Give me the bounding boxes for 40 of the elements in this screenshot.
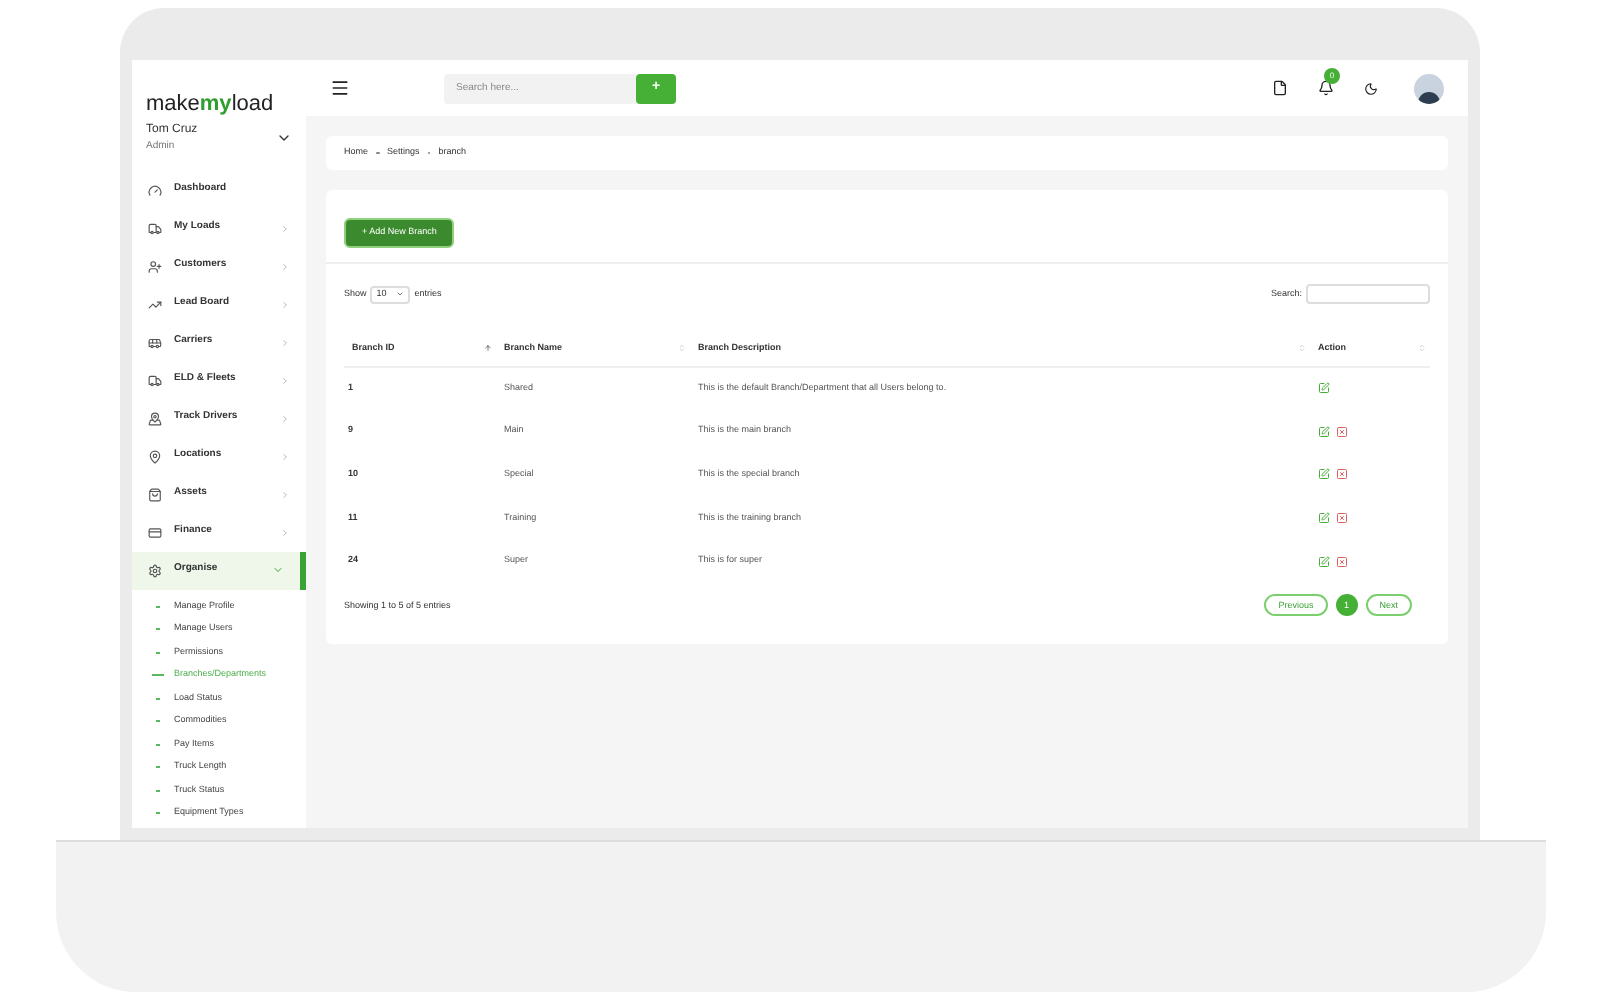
avatar[interactable] — [1414, 73, 1444, 103]
edit-icon[interactable] — [1318, 425, 1330, 438]
gauge-icon — [148, 183, 162, 197]
chart-icon — [148, 297, 162, 311]
chevron-right-icon — [280, 337, 290, 347]
sort-arrow-icon — [484, 344, 492, 353]
logo-text-my: my — [199, 94, 232, 116]
document-icon[interactable] — [1272, 80, 1288, 96]
edit-icon[interactable] — [1318, 468, 1330, 481]
chevron-right-icon — [280, 299, 290, 309]
delete-icon[interactable] — [1336, 425, 1348, 438]
edit-icon[interactable] — [1318, 555, 1330, 568]
menu-icon[interactable] — [330, 78, 350, 98]
pin-icon — [148, 449, 162, 463]
chevron-right-icon — [280, 223, 290, 233]
logo-text-make: make — [146, 94, 200, 116]
delete-icon[interactable] — [1336, 555, 1348, 568]
delete-icon[interactable] — [1336, 511, 1348, 524]
pin-icon — [148, 411, 162, 425]
chevron-right-icon — [280, 489, 290, 499]
chevron-right-icon — [280, 413, 290, 423]
bag-icon — [148, 487, 162, 501]
chevron-right-icon — [280, 261, 290, 271]
logo-text-load: load — [231, 94, 274, 116]
truck-icon — [148, 373, 162, 387]
moon-icon[interactable] — [1364, 81, 1378, 95]
van-icon — [148, 335, 162, 349]
chevron-right-icon — [280, 451, 290, 461]
chevron-down-icon — [272, 564, 284, 576]
truck-icon — [148, 221, 162, 235]
chevron-right-icon — [280, 527, 290, 537]
table-search-field[interactable] — [1306, 284, 1430, 304]
gear-icon — [148, 563, 162, 577]
bell-icon[interactable] — [1318, 80, 1334, 96]
chevron-right-icon — [280, 375, 290, 385]
edit-icon[interactable] — [1318, 382, 1330, 395]
card-icon — [148, 525, 162, 539]
edit-icon[interactable] — [1318, 511, 1330, 524]
delete-icon[interactable] — [1336, 468, 1348, 481]
user-icon — [148, 259, 162, 273]
